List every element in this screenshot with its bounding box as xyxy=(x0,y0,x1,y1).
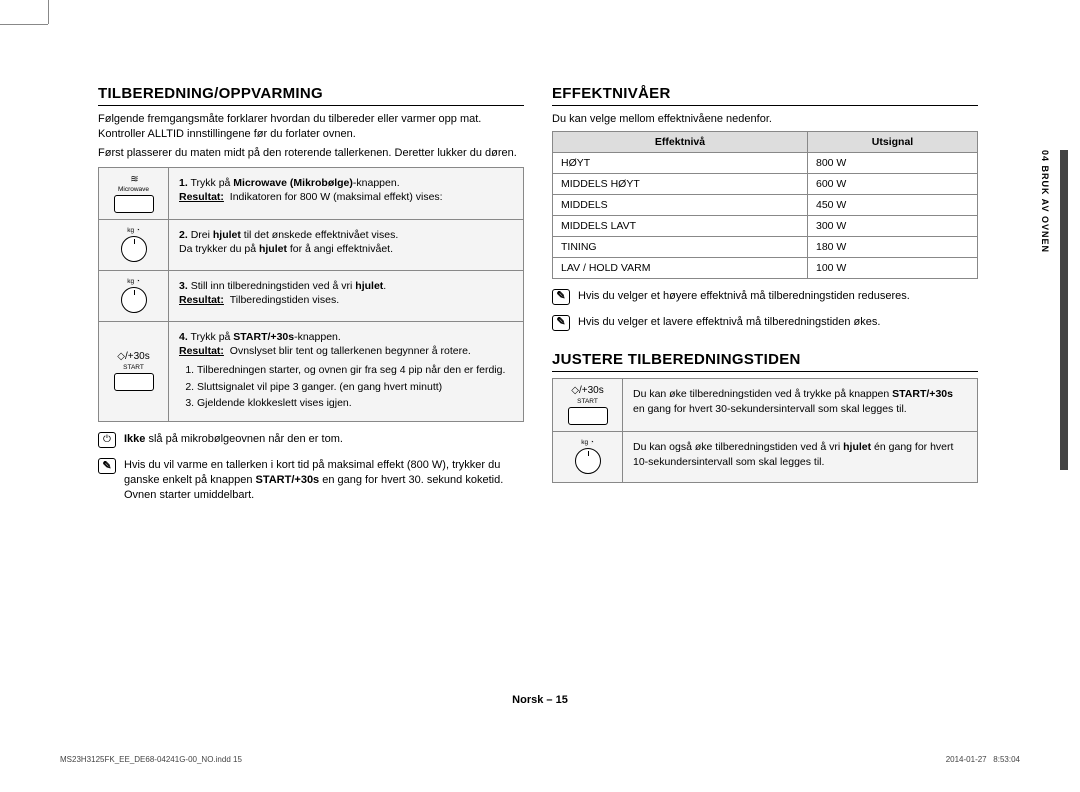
heading-adjust-time: JUSTERE TILBEREDNINGSTIDEN xyxy=(552,351,978,372)
left-column: TILBEREDNING/OPPVARMING Følgende fremgan… xyxy=(98,85,524,685)
heading-cooking: TILBEREDNING/OPPVARMING xyxy=(98,85,524,106)
side-tab-bar xyxy=(1060,150,1068,470)
note-higher-power: ✎ Hvis du velger et høyere effektnivå må… xyxy=(552,289,978,305)
table-row: TINING180 W xyxy=(553,236,978,257)
table-header: Utsignal xyxy=(808,131,978,152)
right-column: EFFEKTNIVÅER Du kan velge mellom effektn… xyxy=(552,85,978,685)
indd-filename: MS23H3125FK_EE_DE68-04241G-00_NO.indd 15 xyxy=(60,755,242,764)
indd-timestamp: 2014-01-27 8:53:04 xyxy=(946,755,1020,764)
table-row: MIDDELS450 W xyxy=(553,194,978,215)
table-header: Effektnivå xyxy=(553,131,808,152)
note-lower-power: ✎ Hvis du velger et lavere effektnivå må… xyxy=(552,315,978,331)
note-icon: ✎ xyxy=(552,289,570,305)
step-row: kg ◔ 3. Still inn tilberedningstiden ved… xyxy=(99,271,523,322)
intro-p2: Først plasserer du maten midt på den rot… xyxy=(98,146,524,161)
heading-power-levels: EFFEKTNIVÅER xyxy=(552,85,978,106)
microwave-button-icon: ≋ Microwave xyxy=(99,168,169,219)
adjust-row: ◇/+30s START Du kan øke tilberedningstid… xyxy=(553,379,977,432)
steps-table: ≋ Microwave 1. Trykk på Microwave (Mikro… xyxy=(98,167,524,422)
note-icon: ✎ xyxy=(552,315,570,331)
table-row: MIDDELS HØYT600 W xyxy=(553,173,978,194)
dial-icon: kg ◔ xyxy=(99,271,169,321)
table-row: MIDDELS LAVT300 W xyxy=(553,215,978,236)
start-30s-icon: ◇/+30s START xyxy=(553,379,623,431)
power-intro: Du kan velge mellom effektnivåene nedenf… xyxy=(552,112,978,127)
adjust-table: ◇/+30s START Du kan øke tilberedningstid… xyxy=(552,378,978,483)
step-row: ◇/+30s START 4. Trykk på START/+30s-knap… xyxy=(99,322,523,421)
adjust-row: kg ◔ Du kan også øke tilberedningstiden … xyxy=(553,432,977,482)
table-row: HØYT800 W xyxy=(553,152,978,173)
power-level-table: Effektnivå Utsignal HØYT800 W MIDDELS HØ… xyxy=(552,131,978,279)
dial-icon: kg ◔ xyxy=(553,432,623,482)
table-row: LAV / HOLD VARM100 W xyxy=(553,257,978,278)
note-quick-heat: ✎ Hvis du vil varme en tallerken i kort … xyxy=(98,458,524,503)
intro-p1: Følgende fremgangsmåte forklarer hvordan… xyxy=(98,112,524,142)
step-row: kg ◔ 2. Drei hjulet til det ønskede effe… xyxy=(99,220,523,271)
page-number: Norsk – 15 xyxy=(0,694,1080,706)
side-tab: 04 BRUK AV OVNEN xyxy=(1040,150,1050,253)
warning-empty-oven: ⏻ Ikke slå på mikrobølgeovnen når den er… xyxy=(98,432,524,448)
note-icon: ✎ xyxy=(98,458,116,474)
dial-icon: kg ◔ xyxy=(99,220,169,270)
step-row: ≋ Microwave 1. Trykk på Microwave (Mikro… xyxy=(99,168,523,220)
start-30s-icon: ◇/+30s START xyxy=(99,322,169,421)
plug-icon: ⏻ xyxy=(98,432,116,448)
